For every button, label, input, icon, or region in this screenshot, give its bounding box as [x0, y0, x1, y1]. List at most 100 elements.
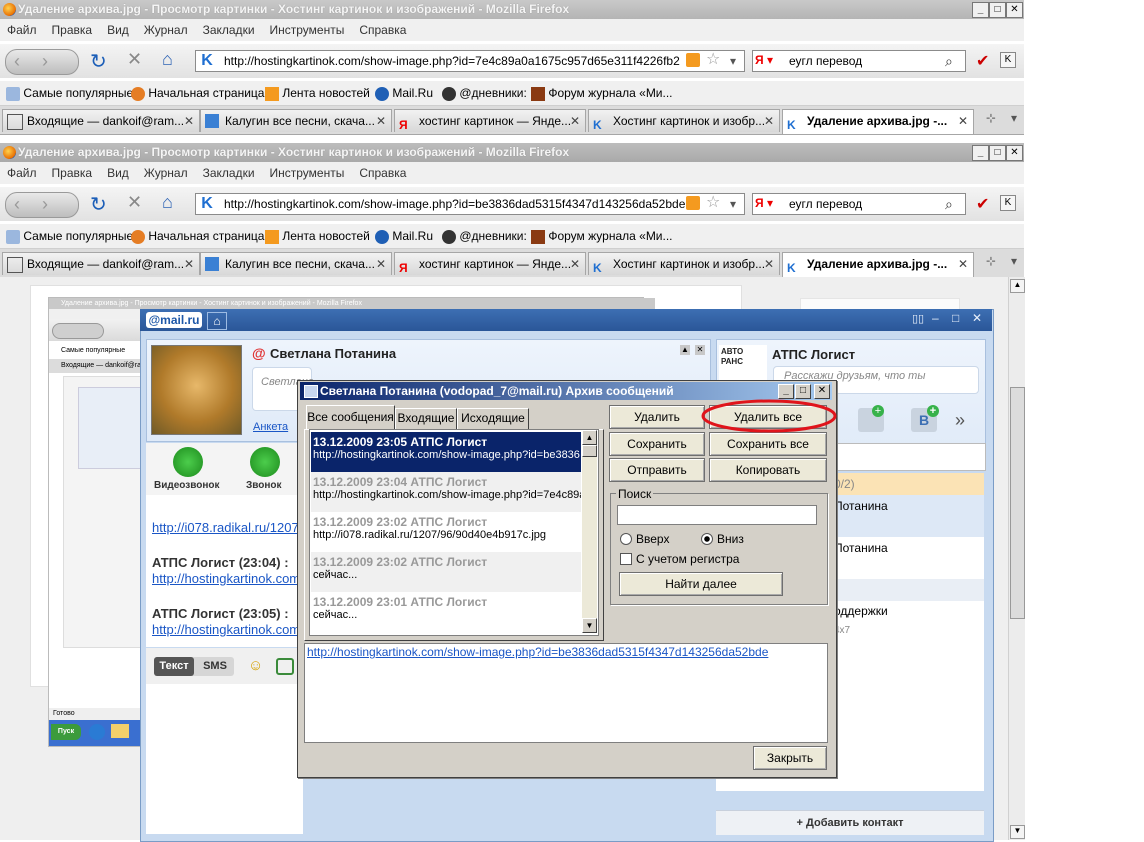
close-dialog-button[interactable]: Закрыть	[753, 746, 827, 770]
compose-area[interactable]	[146, 684, 303, 834]
call-label[interactable]: Звонок	[246, 480, 282, 491]
scroll-thumb[interactable]	[1010, 387, 1025, 619]
search-input[interactable]	[617, 505, 817, 525]
search-bar-2[interactable]: Я ▾ еугл перевод ⌕	[752, 193, 966, 215]
url-bar-2[interactable]: K http://hostingkartinok.com/show-image.…	[195, 193, 745, 215]
bookmark-diaries[interactable]: @дневники:	[442, 81, 527, 105]
save-all-button[interactable]: Сохранить все	[709, 432, 827, 456]
copy-button[interactable]: Копировать	[709, 458, 827, 482]
profile-link[interactable]: Анкета	[253, 421, 288, 433]
menu-view[interactable]: Вид	[107, 23, 129, 37]
star-icon[interactable]: ☆	[706, 50, 720, 70]
tab-inbox-messages[interactable]: Входящие	[395, 408, 457, 429]
rss-icon[interactable]	[686, 196, 700, 210]
tab-list-icon[interactable]: ⊹	[986, 111, 996, 125]
save-button[interactable]: Сохранить	[609, 432, 705, 456]
addon-icon[interactable]: ✔	[976, 51, 989, 71]
yandex-icon[interactable]: Я ▾	[755, 52, 783, 69]
reload-icon[interactable]: ↻	[90, 49, 107, 74]
yandex-icon[interactable]: Я ▾	[755, 195, 783, 212]
dropdown-icon[interactable]: ▾	[730, 51, 736, 71]
menu-bookmarks[interactable]: Закладки	[203, 23, 255, 37]
radio-down[interactable]	[701, 533, 713, 545]
tv-icon[interactable]	[276, 658, 294, 675]
menu-file[interactable]: Файл	[7, 166, 37, 180]
scroll-up-icon[interactable]: ▲	[1010, 279, 1025, 293]
forward-icon[interactable]: ›	[42, 194, 48, 215]
tab-active[interactable]: K Удаление архива.jpg -... ✕	[782, 252, 974, 277]
bookmark-start-page[interactable]: Начальная страница	[131, 81, 264, 105]
scroll-down-icon[interactable]: ▼	[582, 618, 597, 633]
addon-icon[interactable]: ✔	[976, 194, 989, 214]
tab-hosting[interactable]: K Хостинг картинок и изобр... ✕	[588, 109, 780, 132]
tab-kalugin[interactable]: Калугин все песни, скача... ✕	[200, 252, 392, 275]
ok-add-icon[interactable]: +	[858, 405, 884, 432]
bookmark-news[interactable]: Лента новостей	[265, 224, 370, 248]
bookmark-mailru[interactable]: Mail.Ru	[375, 81, 433, 105]
stop-icon[interactable]: ✕	[127, 49, 142, 70]
url-bar[interactable]: K http://hostingkartinok.com/show-image.…	[195, 50, 745, 72]
layout-icon[interactable]: ▯▯	[912, 312, 924, 325]
tab-inbox[interactable]: Входящие — dankoif@ram... ✕	[2, 109, 200, 132]
delete-button[interactable]: Удалить	[609, 405, 705, 429]
tab-inbox[interactable]: Входящие — dankoif@ram... ✕	[2, 252, 200, 275]
tab-active[interactable]: K Удаление архива.jpg -... ✕	[782, 109, 974, 134]
send-button[interactable]: Отправить	[609, 458, 705, 482]
tab-close-icon[interactable]: ✕	[184, 110, 194, 132]
tab-list-icon[interactable]: ⊹	[986, 254, 996, 268]
tab-close-icon[interactable]: ✕	[570, 253, 580, 275]
minimize-button[interactable]: _	[972, 145, 989, 161]
more-icon[interactable]: »	[955, 410, 965, 431]
menu-history[interactable]: Журнал	[144, 166, 188, 180]
bookmark-popular[interactable]: Самые популярные	[6, 224, 133, 248]
find-next-button[interactable]: Найти далее	[619, 572, 783, 596]
tab-close-icon[interactable]: ✕	[958, 253, 968, 275]
star-icon[interactable]: ☆	[706, 193, 720, 213]
tab-close-icon[interactable]: ✕	[764, 253, 774, 275]
videocall-icon[interactable]	[173, 447, 203, 477]
dialog-minimize-button[interactable]: _	[778, 384, 794, 399]
mode-text-button[interactable]: Текст	[154, 657, 194, 676]
search-icon[interactable]: ⌕	[945, 194, 953, 214]
tab-close-icon[interactable]: ✕	[376, 253, 386, 275]
stop-icon[interactable]: ✕	[127, 192, 142, 213]
k-addon-icon[interactable]: K	[1000, 52, 1016, 68]
tab-menu-icon[interactable]: ▾	[1011, 111, 1017, 125]
bookmark-diaries[interactable]: @дневники:	[442, 224, 527, 248]
minimize-button[interactable]: _	[972, 2, 989, 18]
search-icon[interactable]: ⌕	[945, 51, 953, 71]
search-bar[interactable]: Я ▾ еугл перевод ⌕	[752, 50, 966, 72]
tab-close-icon[interactable]: ✕	[184, 253, 194, 275]
tab-close-icon[interactable]: ✕	[764, 110, 774, 132]
smiley-icon[interactable]: ☺	[248, 657, 263, 674]
tab-yandex[interactable]: Яхостинг картинок — Янде... ✕	[394, 252, 586, 275]
tab-outbox-messages[interactable]: Исходящие	[457, 408, 529, 429]
agent-minimize-icon[interactable]: –	[932, 311, 939, 325]
home-icon[interactable]: ⌂	[162, 192, 173, 213]
menu-history[interactable]: Журнал	[144, 23, 188, 37]
match-case-checkbox[interactable]	[620, 553, 632, 565]
preview-link[interactable]: http://hostingkartinok.com/show-image.ph…	[307, 645, 768, 659]
message-preview[interactable]: http://hostingkartinok.com/show-image.ph…	[304, 643, 828, 743]
menu-help[interactable]: Справка	[359, 166, 406, 180]
add-contact-button[interactable]: + Добавить контакт	[716, 810, 984, 835]
tab-close-icon[interactable]: ✕	[376, 110, 386, 132]
list-item[interactable]: 13.12.2009 23:01 АТПС Логист сейчас...	[311, 592, 581, 632]
bookmark-popular[interactable]: Самые популярные	[6, 81, 133, 105]
tab-menu-icon[interactable]: ▾	[1011, 254, 1017, 268]
radio-up[interactable]	[620, 533, 632, 545]
back-icon[interactable]: ‹	[14, 51, 20, 72]
chat-link[interactable]: http://hostingkartinok.com	[152, 622, 300, 637]
back-forward-buttons[interactable]: ‹ ›	[5, 49, 79, 75]
scroll-down-icon[interactable]: ▼	[1010, 825, 1025, 839]
call-icon[interactable]	[250, 447, 280, 477]
bookmark-forum[interactable]: Форум журнала «Ми...	[531, 224, 673, 248]
list-scrollbar[interactable]: ▲ ▼	[582, 430, 597, 633]
menu-edit[interactable]: Правка	[52, 166, 93, 180]
menu-file[interactable]: Файл	[7, 23, 37, 37]
videocall-label[interactable]: Видеозвонок	[154, 480, 220, 491]
list-item[interactable]: 13.12.2009 23:05 АТПС Логист http://hosti…	[311, 432, 581, 472]
menu-tools[interactable]: Инструменты	[270, 23, 345, 37]
chat-link[interactable]: http://hostingkartinok.com	[152, 571, 300, 586]
maximize-button[interactable]: □	[989, 2, 1006, 18]
